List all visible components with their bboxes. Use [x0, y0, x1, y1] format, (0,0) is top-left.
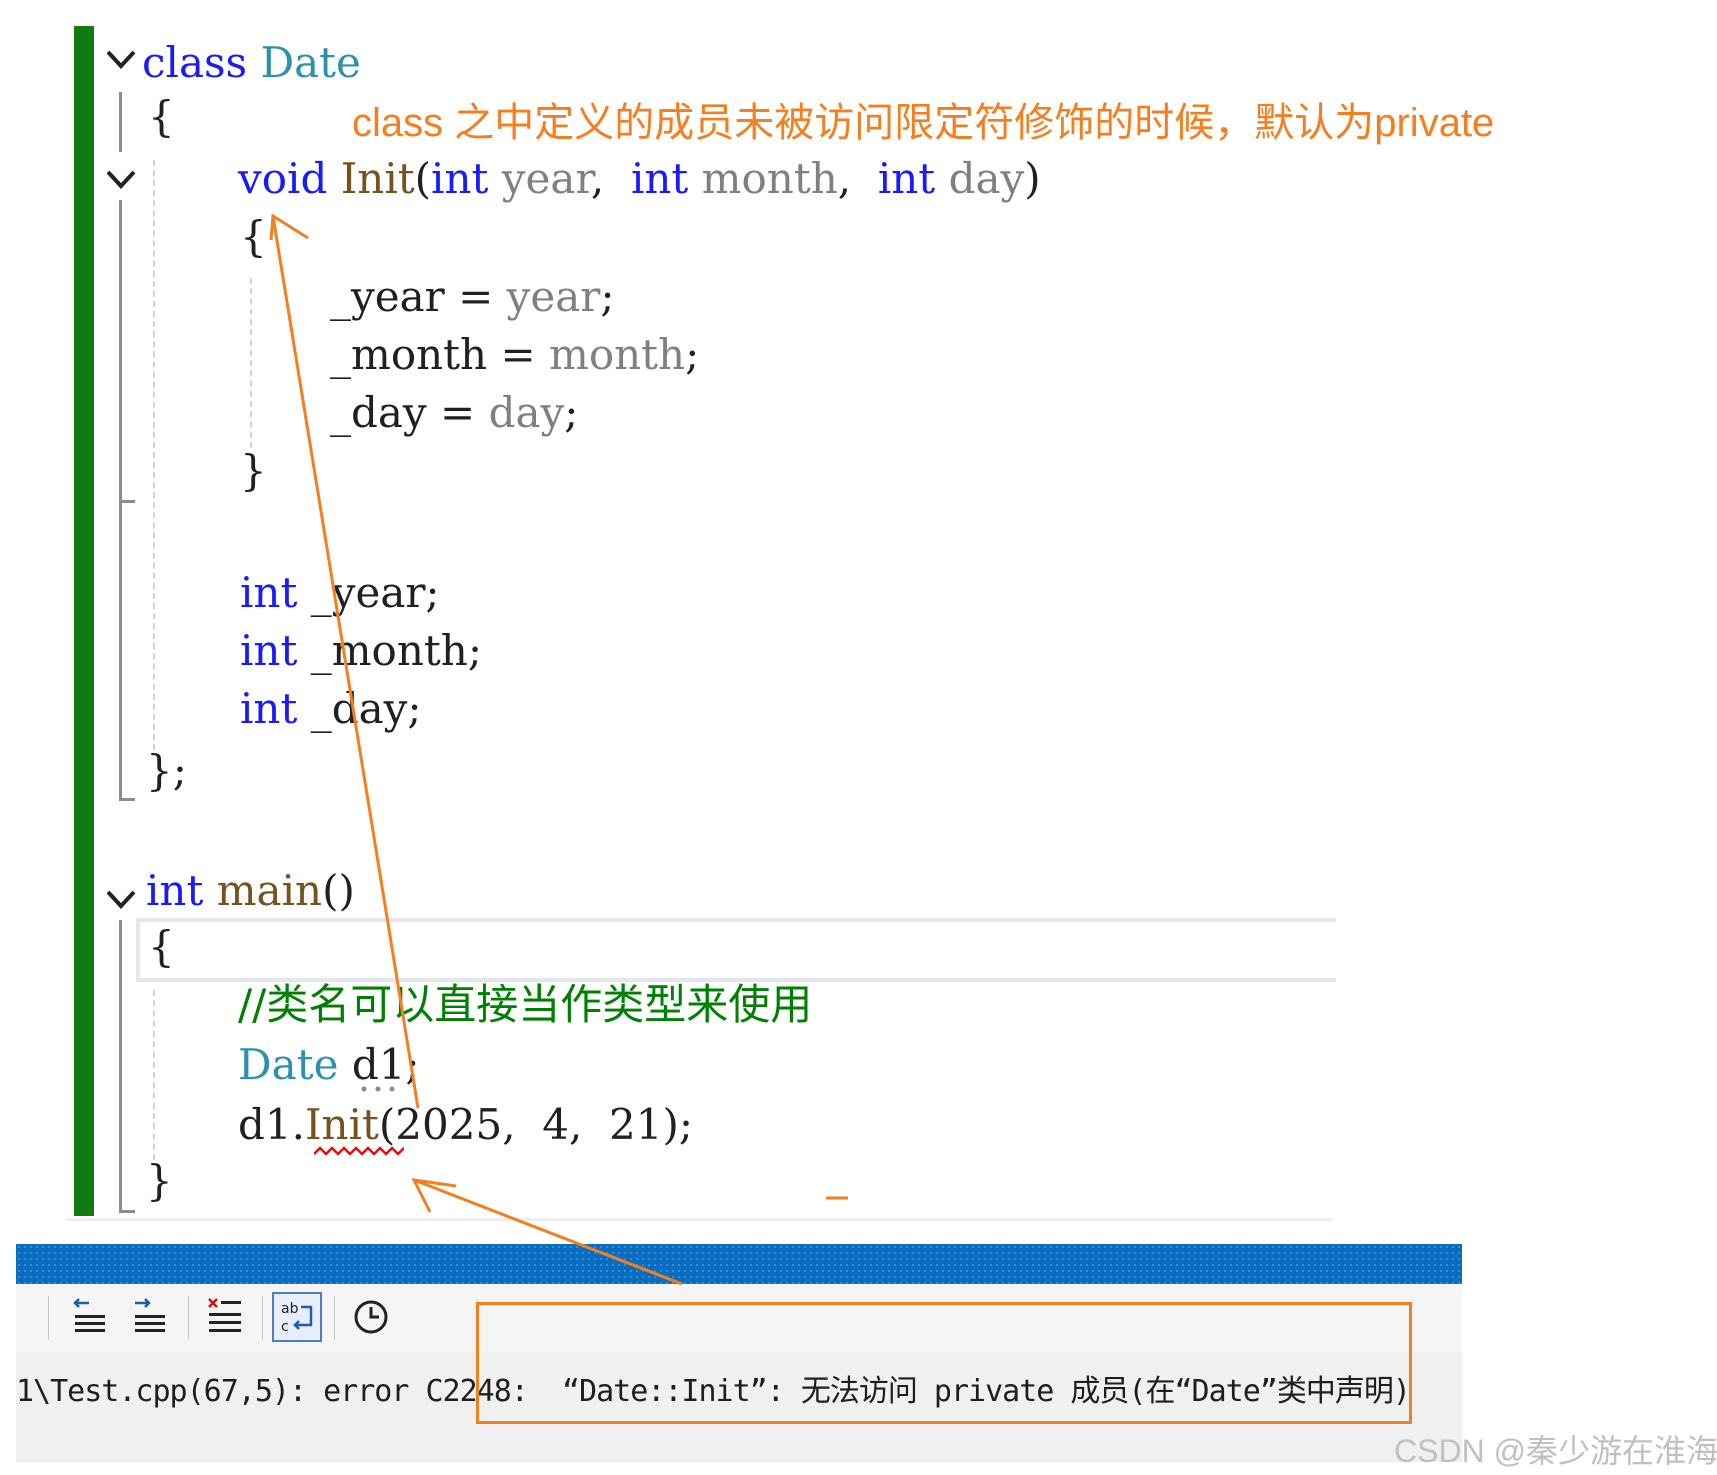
code-line-member-month: int _month; [240, 624, 482, 678]
keyword-int: int [240, 626, 298, 675]
param-day: day [948, 154, 1025, 203]
toolbar-separator [188, 1296, 189, 1340]
svg-text:c: c [281, 1319, 289, 1335]
history-icon[interactable] [346, 1292, 396, 1342]
fold-class-chevron-icon[interactable] [104, 42, 138, 76]
word-wrap-icon[interactable]: ab c [272, 1292, 322, 1342]
scope-line-end [119, 798, 135, 801]
code-line-member-year: int _year; [240, 566, 440, 620]
watermark: CSDN @秦少游在淮海 [1394, 1433, 1717, 1469]
editor-bottom-edge [66, 1218, 1332, 1221]
keyword-int: int [630, 154, 689, 203]
toolbar-separator [334, 1296, 335, 1340]
comma: , [590, 154, 605, 203]
function-call-init: Init [304, 1100, 379, 1149]
code-line-assign-year: _year = year; [330, 270, 614, 324]
semicolon: ; [564, 388, 579, 437]
param-year: year [501, 154, 591, 203]
function-init: Init [340, 154, 415, 203]
output-panel-titlebar[interactable] [16, 1244, 1462, 1284]
fold-init-chevron-icon[interactable] [104, 162, 138, 196]
class-name: Date [260, 38, 361, 87]
scope-line-end [119, 500, 135, 503]
member-ref: _year [330, 272, 445, 321]
error-squiggle[interactable] [314, 1146, 404, 1158]
code-line-class: class Date [142, 36, 361, 90]
error-highlight-box [476, 1302, 1412, 1424]
keyword-int: int [431, 154, 489, 203]
code-line-member-day: int _day; [240, 682, 422, 736]
change-indicator-bar [74, 26, 94, 1216]
toolbar-separator [48, 1296, 49, 1340]
member-ref: _month [330, 330, 488, 379]
semicolon: ; [405, 1040, 420, 1089]
operator: = [440, 388, 476, 437]
code-line-assign-day: _day = day; [330, 386, 578, 440]
brace: { [148, 92, 175, 141]
paren: () [322, 866, 355, 915]
code-line-main-close: } [146, 1154, 173, 1208]
semicolon: ; [685, 330, 700, 379]
scope-line [119, 92, 122, 152]
error-location: 1\Test.cpp(67,5): error C2248: [16, 1374, 545, 1409]
indent-icon[interactable] [124, 1292, 174, 1342]
param-ref: year [506, 272, 601, 321]
code-line-main: int main() [146, 864, 355, 918]
code-line-open-brace: { [148, 90, 175, 144]
suggestion-dots[interactable] [358, 1084, 402, 1094]
param-ref: day [488, 388, 565, 437]
type-date: Date [238, 1040, 339, 1089]
code-line-init-signature: void Init(int year, int month, int day) [238, 152, 1041, 206]
code-line-call: d1.Init(2025, 4, 21); [238, 1098, 693, 1152]
code-line-init-open: { [240, 210, 267, 264]
semicolon: ; [600, 272, 615, 321]
member-decl: _day; [310, 684, 422, 733]
member-decl: _year; [310, 568, 440, 617]
current-line-highlight [136, 918, 1336, 982]
code-line-assign-month: _month = month; [330, 328, 699, 382]
operator: = [500, 330, 536, 379]
brace: } [240, 446, 267, 495]
code-line-class-end: }; [146, 744, 187, 798]
paren: ) [1024, 154, 1041, 203]
keyword-int: int [146, 866, 204, 915]
clear-errors-icon[interactable] [200, 1292, 250, 1342]
paren: ( [414, 154, 432, 203]
brace: { [240, 212, 267, 261]
keyword-class: class [142, 38, 248, 87]
operator: = [458, 272, 494, 321]
object-ref: d1. [238, 1100, 305, 1149]
variable-d1: d1 [351, 1040, 406, 1089]
toolbar-separator [262, 1296, 263, 1340]
keyword-void: void [238, 154, 328, 203]
scope-line [119, 920, 122, 1212]
indent-guide [250, 278, 252, 448]
comma: , [837, 154, 852, 203]
param-ref: month [549, 330, 686, 379]
code-line-init-close: } [240, 444, 267, 498]
brace: } [146, 1156, 173, 1205]
svg-text:ab: ab [281, 1301, 299, 1317]
brace: { [148, 922, 175, 971]
indent-guide [153, 160, 155, 750]
member-decl: _month; [310, 626, 482, 675]
keyword-int: int [240, 568, 298, 617]
param-month: month [701, 154, 838, 203]
brace: }; [146, 746, 187, 795]
function-main: main [216, 866, 323, 915]
indent-guide [153, 990, 155, 1160]
code-comment: //类名可以直接当作类型来使用 [238, 980, 813, 1029]
call-args: (2025, 4, 21); [378, 1100, 693, 1149]
scope-line-end [119, 1210, 135, 1213]
annotation-text: class 之中定义的成员未被访问限定符修饰的时候，默认为private [352, 101, 1495, 145]
code-line-main-open: { [148, 920, 175, 974]
keyword-int: int [240, 684, 298, 733]
outdent-icon[interactable] [64, 1292, 114, 1342]
fold-main-chevron-icon[interactable] [104, 882, 138, 916]
member-ref: _day [330, 388, 427, 437]
keyword-int: int [877, 154, 936, 203]
